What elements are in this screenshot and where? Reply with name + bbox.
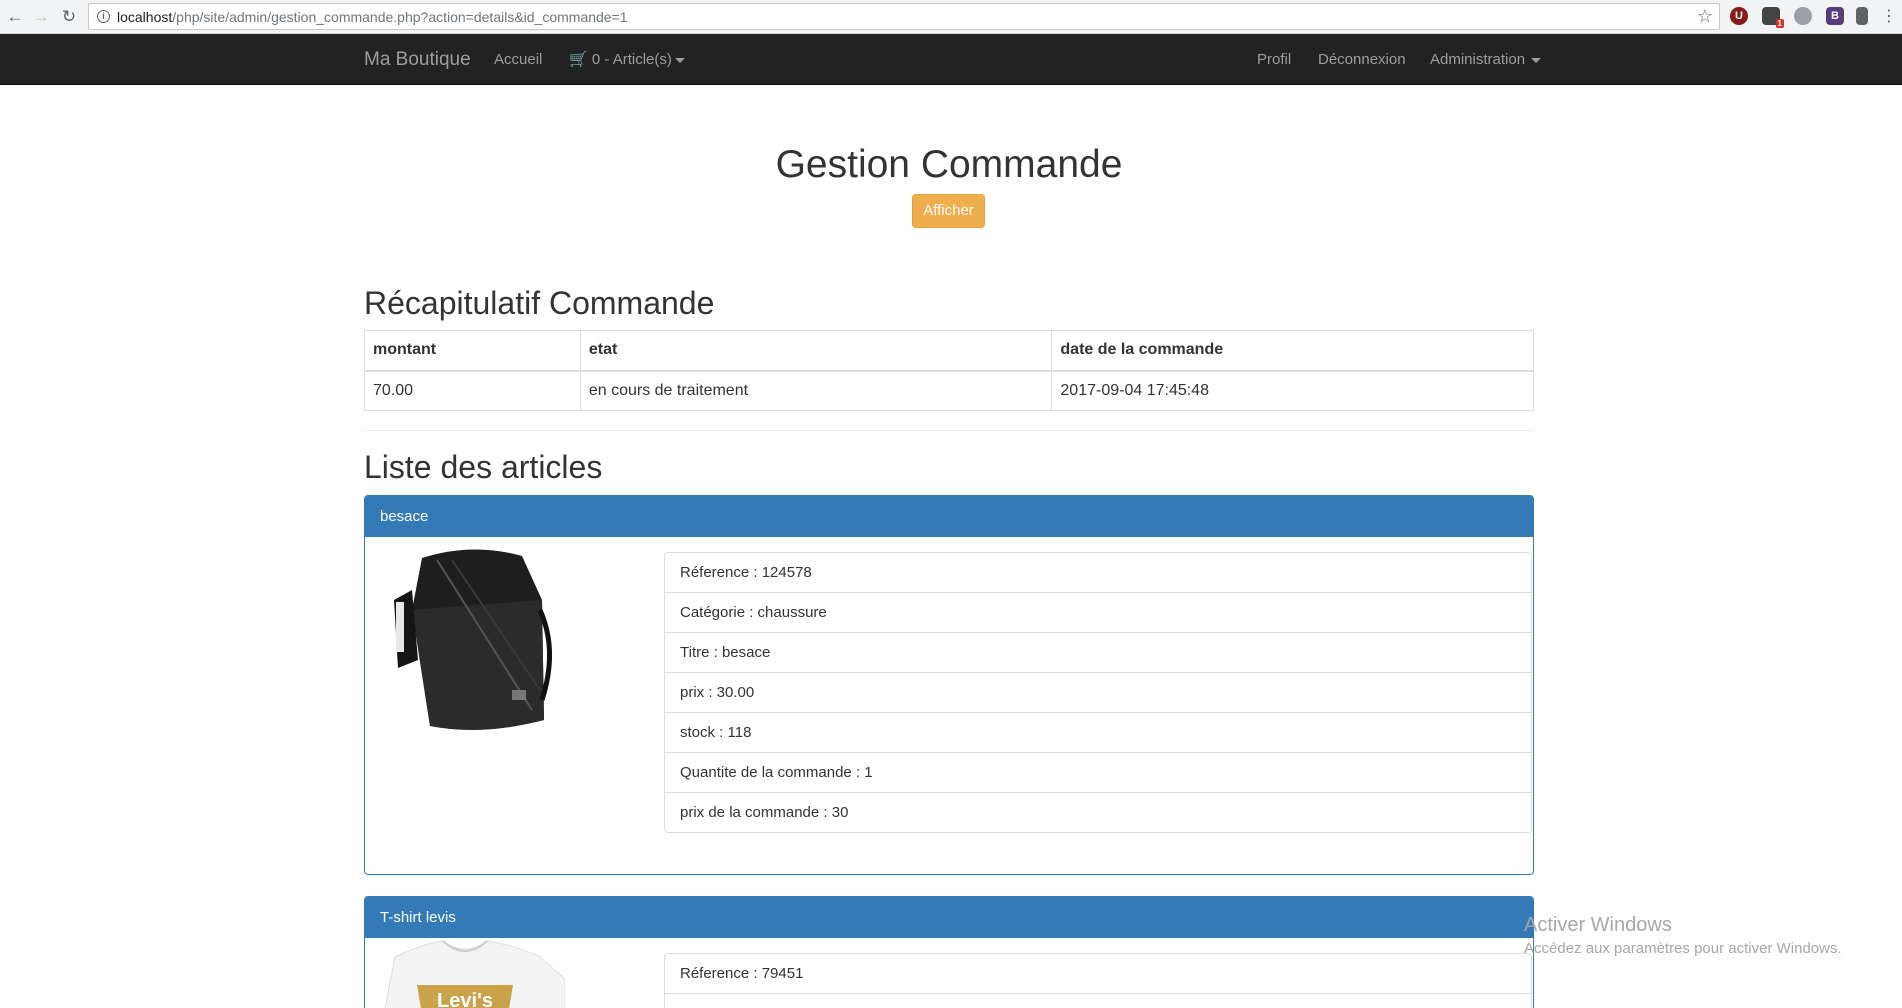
chevron-down-icon — [674, 57, 685, 63]
article-panel: T-shirt levis Levi's Réference : 79451 — [364, 896, 1534, 1008]
table-header: date de la commande — [1051, 330, 1534, 372]
list-item — [664, 993, 1532, 1008]
top-navbar: Ma Boutique Accueil 🛒 0 - Article(s) Pro… — [0, 34, 1902, 85]
cart-label: 0 - Article(s) — [591, 51, 672, 68]
windows-activation-subtitle: Accédez aux paramètres pour activer Wind… — [1524, 940, 1842, 957]
page-title: Gestion Commande — [775, 143, 1123, 186]
article-name: besace — [365, 496, 1533, 537]
url-host: localhost — [117, 9, 173, 25]
list-item: Quantite de la commande : 1 — [664, 752, 1532, 793]
address-bar[interactable]: i localhost/php/site/admin/gestion_comma… — [88, 3, 1720, 30]
reload-icon[interactable]: ↻ — [58, 6, 80, 28]
chat-extension-icon[interactable] — [1794, 7, 1812, 25]
back-icon[interactable]: ← — [4, 6, 26, 28]
list-item: Réference : 124578 — [664, 552, 1532, 593]
table-header-row: montant etat date de la commande — [364, 330, 1534, 372]
url-text[interactable]: localhost/php/site/admin/gestion_command… — [117, 9, 628, 25]
forward-icon[interactable]: → — [30, 6, 52, 28]
divider — [364, 430, 1534, 431]
chevron-down-icon — [1531, 57, 1542, 63]
admin-label: Administration — [1430, 51, 1526, 68]
cart-icon: 🛒 — [569, 51, 588, 68]
list-item: Titre : besace — [664, 632, 1532, 673]
bootstrap-extension-icon[interactable]: B — [1826, 7, 1844, 25]
tshirt-image: Levi's — [384, 940, 565, 1008]
summary-title: Récapitulatif Commande — [364, 285, 715, 321]
nav-cart[interactable]: 🛒 0 - Article(s) — [569, 34, 685, 85]
list-item: stock : 118 — [664, 712, 1532, 753]
reader-extension-icon[interactable] — [1856, 7, 1868, 25]
browser-toolbar: ← → ↻ i localhost/php/site/admin/gestion… — [0, 0, 1902, 34]
extension-badge: 1 — [1775, 19, 1784, 28]
table-header: etat — [579, 330, 1053, 372]
ublock-extension-icon[interactable]: U — [1730, 7, 1748, 25]
list-item: Réference : 79451 — [664, 953, 1532, 994]
article-name: T-shirt levis — [365, 897, 1533, 938]
bag-image — [382, 540, 562, 740]
table-cell: 70.00 — [364, 370, 581, 411]
order-summary-table: montant etat date de la commande 70.00 e… — [364, 330, 1534, 411]
show-button[interactable]: Afficher — [912, 194, 985, 228]
table-cell: 2017-09-04 17:45:48 — [1051, 370, 1534, 411]
article-details-list: Réference : 79451 — [664, 953, 1532, 1008]
article-details-list: Réference : 124578 Catégorie : chaussure… — [664, 552, 1532, 833]
table-header: montant — [364, 330, 581, 372]
url-path: /php/site/admin/gestion_commande.php?act… — [172, 9, 628, 25]
windows-activation-title: Activer Windows — [1524, 914, 1672, 936]
table-cell: en cours de traitement — [579, 370, 1053, 411]
bookmark-star-icon[interactable]: ☆ — [1697, 6, 1713, 27]
menu-icon[interactable]: ⋮ — [1878, 6, 1900, 28]
list-item: prix de la commande : 30 — [664, 792, 1532, 833]
list-item: prix : 30.00 — [664, 672, 1532, 713]
nav-logout[interactable]: Déconnexion — [1318, 34, 1406, 85]
table-row: 70.00 en cours de traitement 2017-09-04 … — [364, 370, 1534, 411]
levis-logo-text: Levi's — [437, 990, 493, 1008]
nav-profile[interactable]: Profil — [1257, 34, 1291, 85]
brand-link[interactable]: Ma Boutique — [364, 34, 471, 85]
extension-icon[interactable]: 1 — [1762, 7, 1784, 28]
articles-title: Liste des articles — [364, 449, 603, 485]
list-item: Catégorie : chaussure — [664, 592, 1532, 633]
nav-admin[interactable]: Administration — [1430, 34, 1542, 85]
info-icon[interactable]: i — [97, 10, 110, 23]
article-panel: besace Réference : 124578 Catégorie : ch… — [364, 495, 1534, 875]
nav-home[interactable]: Accueil — [494, 34, 542, 85]
